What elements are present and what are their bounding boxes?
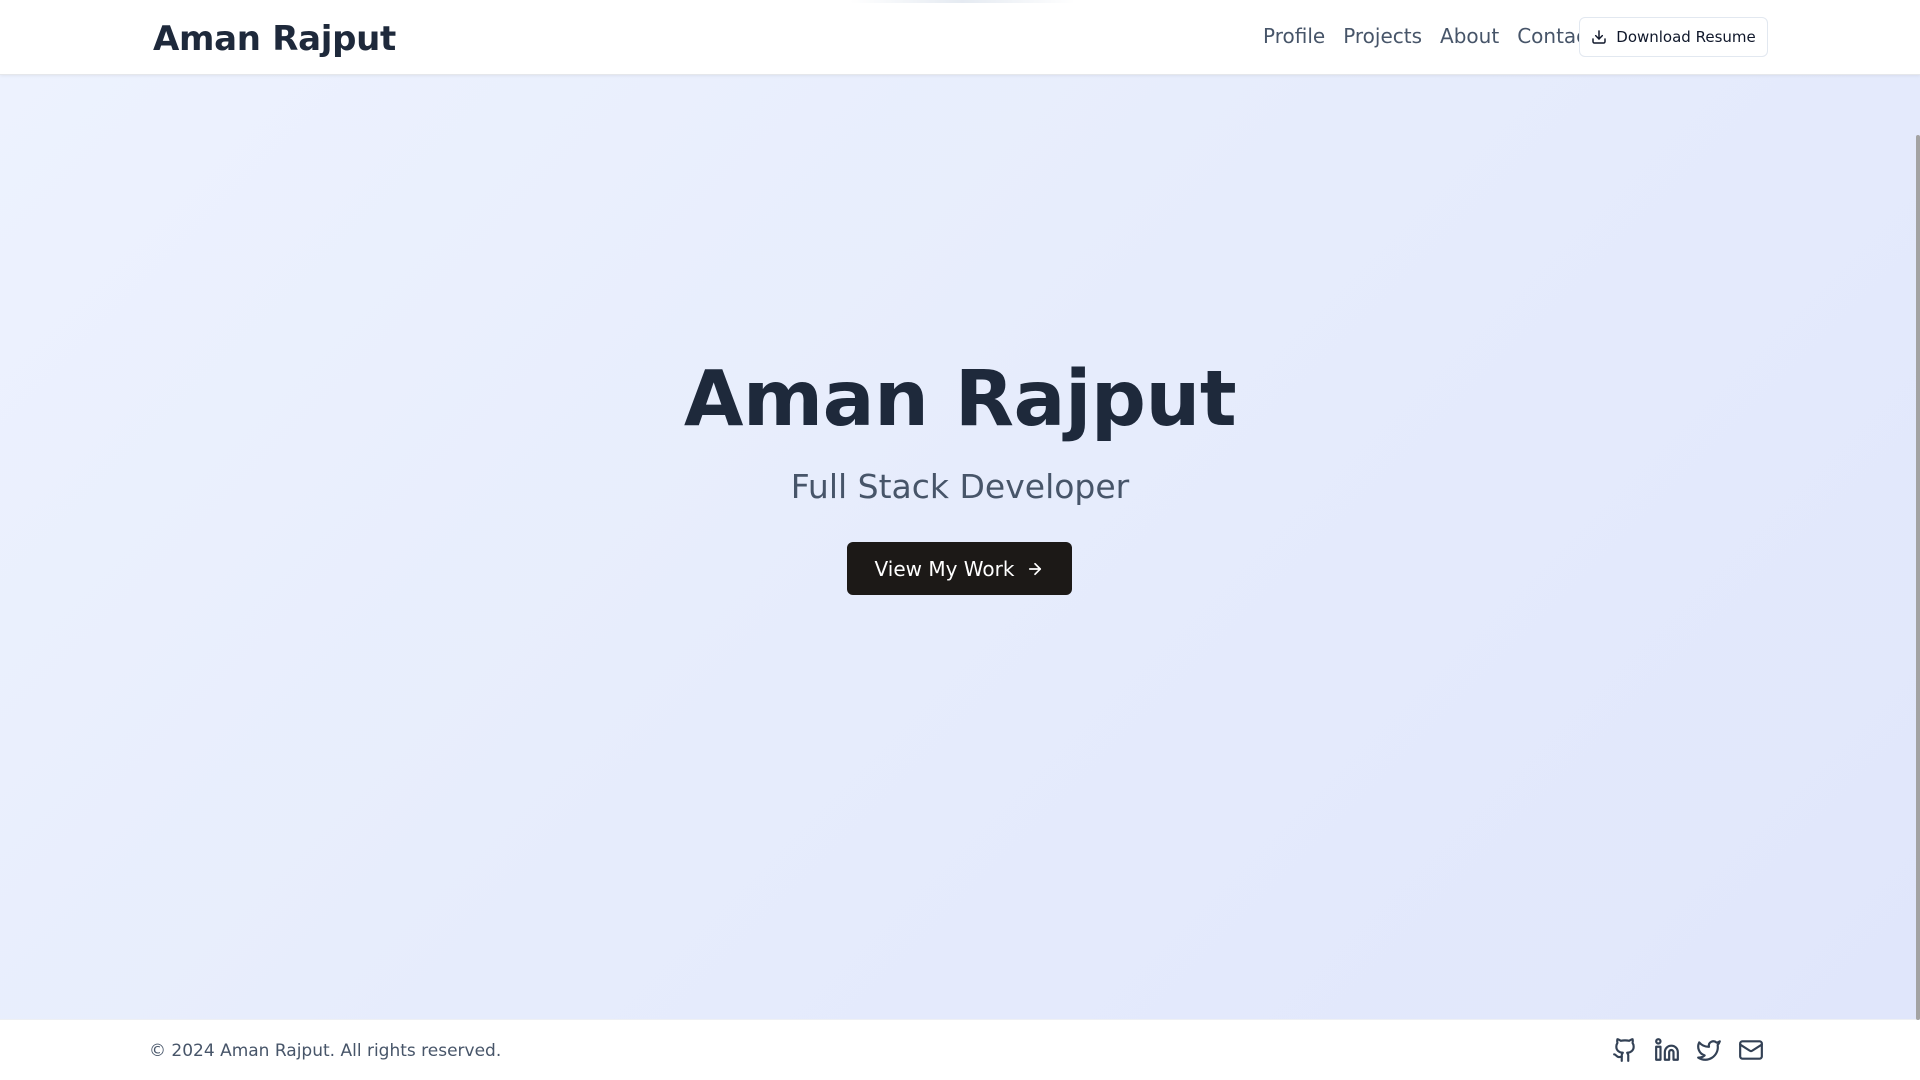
copyright-text: © 2024 Aman Rajput. All rights reserved.: [149, 1041, 502, 1061]
twitter-icon[interactable]: [1696, 1037, 1722, 1063]
view-my-work-label: View My Work: [874, 556, 1015, 581]
header-highlight: [850, 0, 1075, 3]
mail-icon[interactable]: [1738, 1037, 1764, 1063]
hero-subtitle: Full Stack Developer: [790, 467, 1130, 506]
nav-link-about[interactable]: About: [1440, 24, 1499, 48]
view-my-work-button[interactable]: View My Work: [847, 542, 1072, 595]
nav-link-profile[interactable]: Profile: [1263, 24, 1325, 48]
hero-section: Aman Rajput Full Stack Developer View My…: [0, 75, 1920, 1019]
linkedin-icon[interactable]: [1654, 1037, 1680, 1063]
download-icon: [1592, 30, 1606, 44]
nav-link-projects[interactable]: Projects: [1343, 24, 1422, 48]
arrow-right-icon: [1029, 562, 1042, 575]
page-scrollbar[interactable]: [1916, 135, 1920, 1020]
download-resume-label: Download Resume: [1616, 28, 1756, 46]
github-icon[interactable]: [1612, 1037, 1638, 1063]
site-logo[interactable]: Aman Rajput: [153, 19, 396, 59]
site-header: Aman Rajput Profile Projects About Conta…: [0, 0, 1920, 75]
social-links: [1612, 1037, 1780, 1063]
site-footer: © 2024 Aman Rajput. All rights reserved.: [0, 1019, 1920, 1080]
hero-title: Aman Rajput: [683, 355, 1237, 444]
main-nav: Profile Projects About Contact: [1263, 21, 1613, 51]
download-resume-button[interactable]: Download Resume: [1579, 17, 1768, 57]
